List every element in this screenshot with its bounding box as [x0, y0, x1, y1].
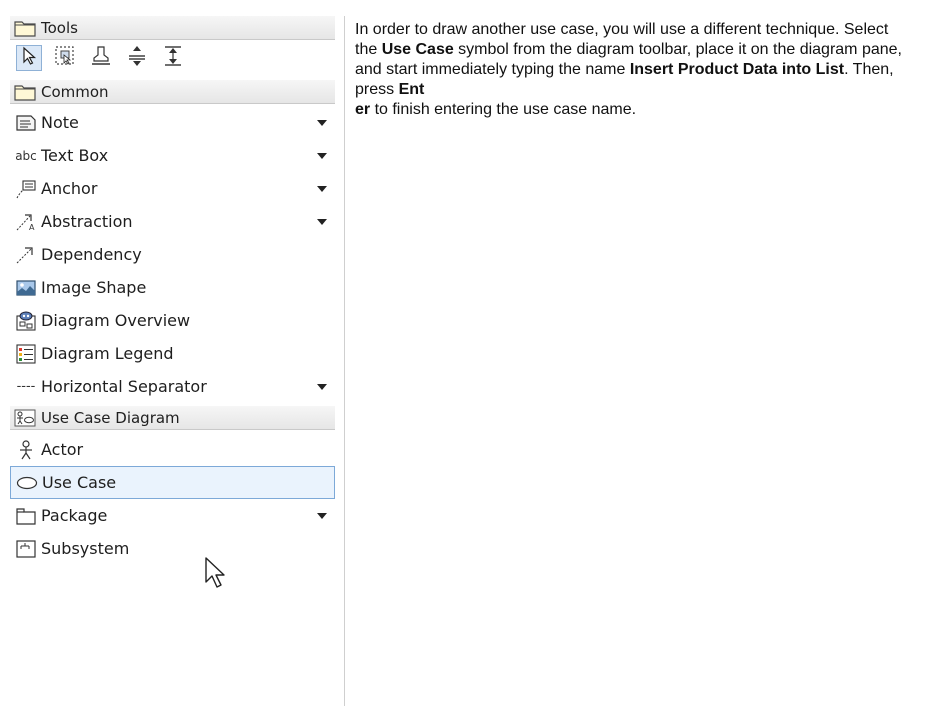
palette-item-label: Package	[41, 506, 108, 525]
stamp-tool[interactable]	[88, 45, 114, 71]
term-use-case-name: Insert Product Data into List	[629, 61, 845, 78]
palette-item-label: Subsystem	[41, 539, 130, 558]
svg-text:A: A	[29, 223, 35, 232]
insert-space-icon	[126, 45, 148, 72]
palette-item-label: Note	[41, 113, 79, 132]
pointer-tool[interactable]	[16, 45, 42, 71]
group-header-common[interactable]: Common	[10, 80, 335, 104]
diagram-legend-icon	[15, 343, 37, 364]
palette-item-label: Text Box	[41, 146, 109, 165]
palette-item-note[interactable]: Note	[10, 106, 335, 139]
instructions-panel: In order to draw another use case, you w…	[355, 20, 915, 120]
mouse-cursor-icon	[203, 556, 229, 595]
image-icon	[15, 278, 37, 298]
palette-item-text-box[interactable]: abc Text Box	[10, 139, 335, 172]
palette-item-label: Diagram Legend	[41, 344, 174, 363]
folder-icon	[14, 19, 36, 37]
palette-item-label: Horizontal Separator	[41, 377, 207, 396]
palette-item-actor[interactable]: Actor	[10, 433, 335, 466]
screen: Tools Common Note abc Text Box Anchor A …	[0, 0, 938, 706]
instruction-text: In order to draw another use case, you w…	[355, 21, 902, 118]
palette-item-anchor[interactable]: Anchor	[10, 172, 335, 205]
palette-item-label: Use Case	[42, 473, 117, 492]
term-use-case: Use Case	[381, 41, 454, 58]
rectangular-selection-tool[interactable]	[52, 45, 78, 71]
group-header-label: Use Case Diagram	[41, 408, 180, 427]
palette-item-subsystem[interactable]: Subsystem	[10, 532, 335, 565]
group-header-use-case-diagram[interactable]: Use Case Diagram	[10, 406, 335, 430]
horizontal-separator-icon: ----	[16, 379, 36, 394]
palette-item-package[interactable]: Package	[10, 499, 335, 532]
chevron-down-icon[interactable]	[315, 152, 329, 159]
palette-item-use-case[interactable]: Use Case	[10, 466, 335, 499]
use-case-icon	[16, 473, 38, 493]
stamp-icon	[90, 45, 112, 72]
palette-item-horizontal-separator[interactable]: ---- Horizontal Separator	[10, 370, 335, 403]
palette-item-label: Image Shape	[41, 278, 147, 297]
palette-item-label: Actor	[41, 440, 84, 459]
folder-icon	[14, 83, 36, 101]
palette-item-label: Anchor	[41, 179, 98, 198]
chevron-down-icon[interactable]	[315, 383, 329, 390]
term-enter-key-part1: Ent	[398, 81, 425, 98]
note-icon	[15, 113, 37, 133]
anchor-icon	[15, 179, 37, 199]
pointer-icon	[20, 46, 38, 71]
chevron-down-icon[interactable]	[315, 185, 329, 192]
palette-item-label: Diagram Overview	[41, 311, 191, 330]
palette-item-label: Dependency	[41, 245, 142, 264]
dependency-icon	[15, 245, 37, 265]
palette-item-label: Abstraction	[41, 212, 133, 231]
palette-item-diagram-legend[interactable]: Diagram Legend	[10, 337, 335, 370]
insert-horizontal-space-tool[interactable]	[160, 45, 186, 71]
use-case-diagram-icon	[14, 409, 36, 427]
term-enter-key-part2: er	[355, 101, 371, 118]
insert-horizontal-space-icon	[162, 45, 184, 72]
palette-item-abstraction[interactable]: A Abstraction	[10, 205, 335, 238]
palette-item-dependency[interactable]: Dependency	[10, 238, 335, 271]
group-header-tools[interactable]: Tools	[10, 16, 335, 40]
diagram-toolbar-column: Tools Common Note abc Text Box Anchor A …	[10, 16, 345, 706]
subsystem-icon	[15, 539, 37, 559]
abstraction-icon: A	[15, 212, 37, 232]
insert-space-tool[interactable]	[124, 45, 150, 71]
chevron-down-icon[interactable]	[315, 119, 329, 126]
actor-icon	[15, 439, 37, 460]
diagram-overview-icon	[15, 311, 37, 331]
palette-item-diagram-overview[interactable]: Diagram Overview	[10, 304, 335, 337]
package-icon	[15, 506, 37, 526]
text-box-icon: abc	[15, 148, 37, 163]
group-header-label: Tools	[41, 18, 78, 37]
chevron-down-icon[interactable]	[315, 512, 329, 519]
chevron-down-icon[interactable]	[315, 218, 329, 225]
rectangular-selection-icon	[54, 45, 76, 72]
palette-item-image-shape[interactable]: Image Shape	[10, 271, 335, 304]
group-header-label: Common	[41, 82, 109, 101]
tools-toolbar	[10, 42, 335, 74]
